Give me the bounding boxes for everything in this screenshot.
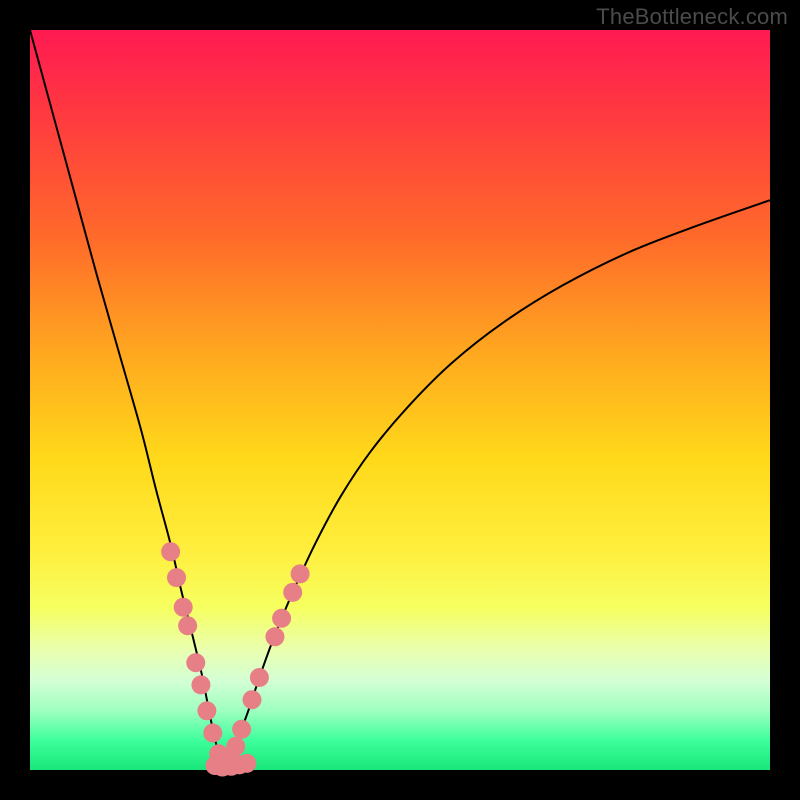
plot-area [30, 30, 770, 770]
dot [178, 616, 197, 635]
dot [237, 754, 256, 773]
dot [283, 583, 302, 602]
dot [186, 653, 205, 672]
dot [291, 564, 310, 583]
dot [174, 598, 193, 617]
dot [203, 724, 222, 743]
dot [232, 720, 251, 739]
data-dots [161, 542, 310, 776]
dot [167, 568, 186, 587]
dot [243, 690, 262, 709]
dot [226, 737, 245, 756]
chart-svg [30, 30, 770, 770]
dot [250, 668, 269, 687]
dot [272, 609, 291, 628]
dot [191, 675, 210, 694]
bottleneck-curve [30, 30, 770, 766]
dot [161, 542, 180, 561]
watermark-text: TheBottleneck.com [596, 4, 788, 30]
dot [265, 627, 284, 646]
curve-right-branch [225, 200, 770, 766]
chart-frame: TheBottleneck.com [0, 0, 800, 800]
dot [197, 701, 216, 720]
